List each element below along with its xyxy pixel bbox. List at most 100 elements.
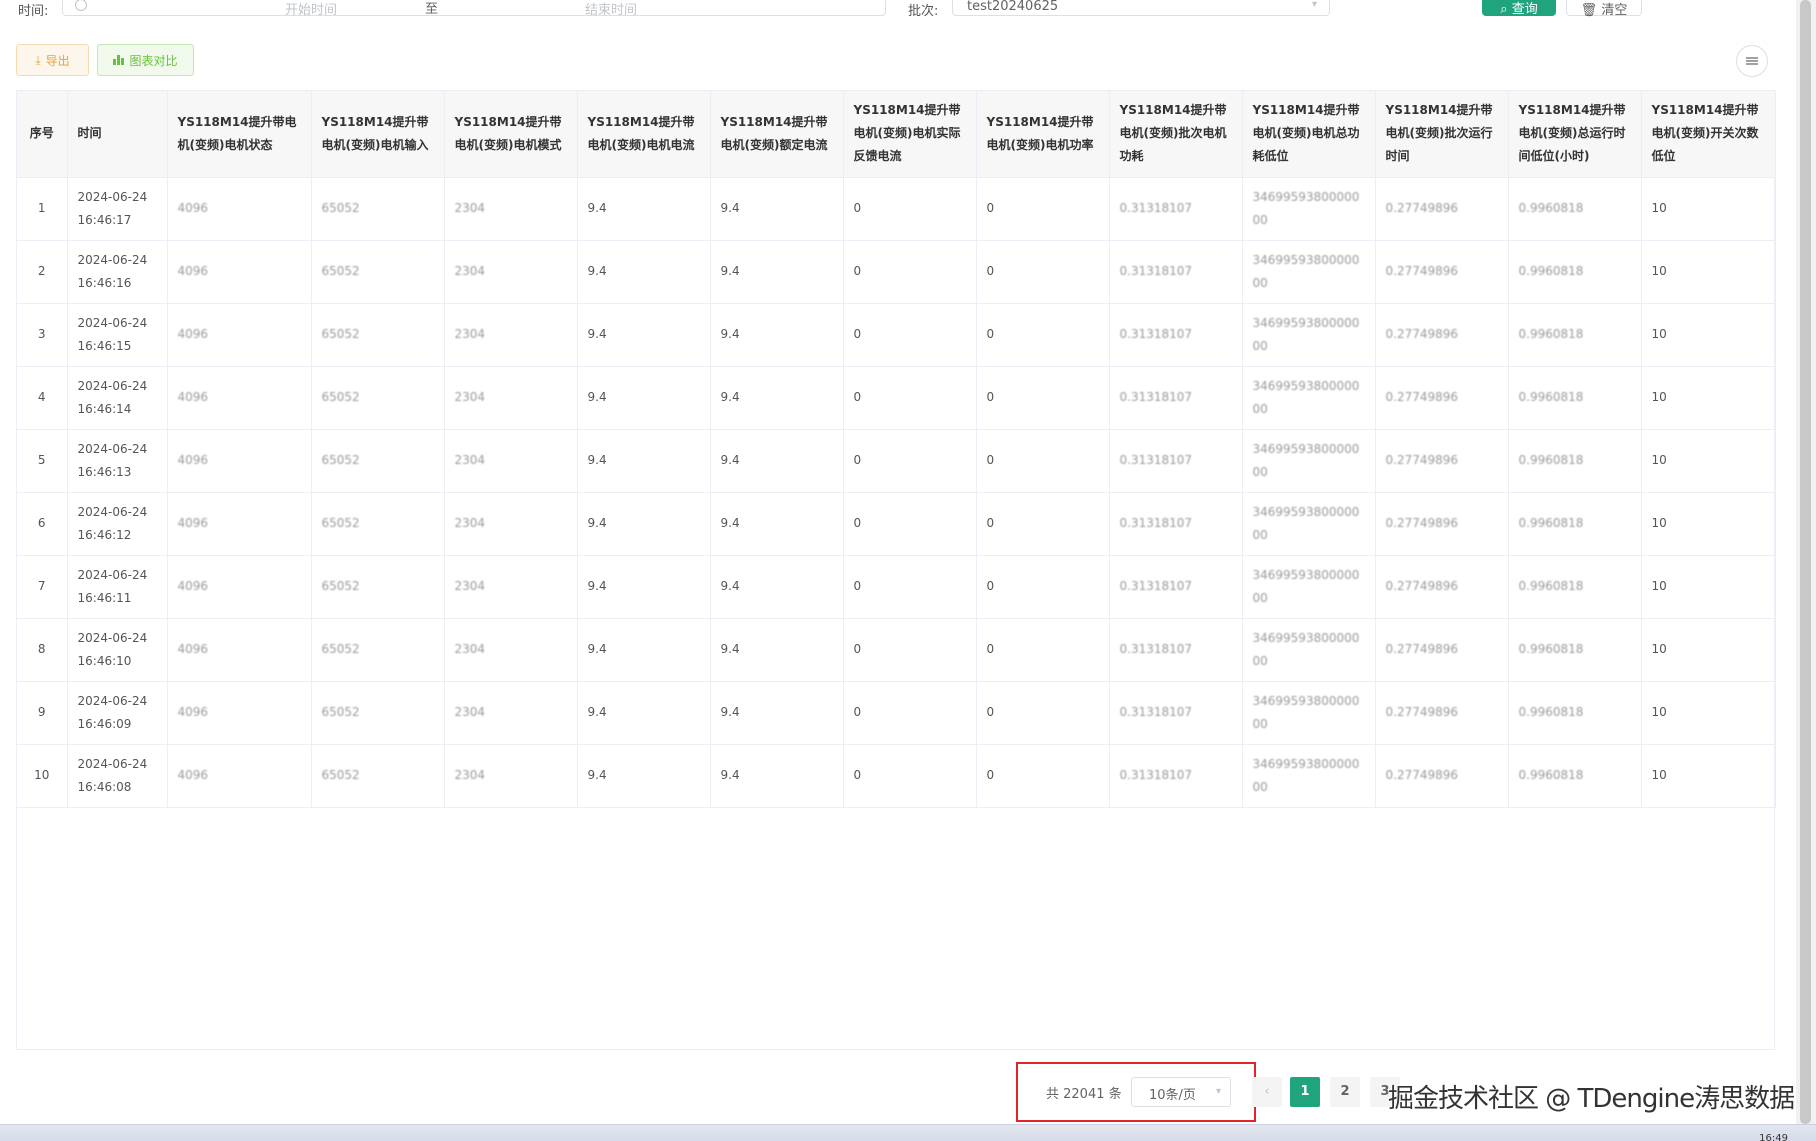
table-cell: 3469959380000000 xyxy=(1242,177,1376,241)
date-range-picker[interactable]: 开始时间 至 结束时间 xyxy=(62,0,886,18)
table-cell: 10 xyxy=(1641,429,1776,493)
table-cell: 65052 xyxy=(311,303,445,367)
table-cell: 2304 xyxy=(444,177,578,241)
time-cell: 2024-06-24 16:46:15 xyxy=(67,303,168,367)
table-header-row: 序号 时间 YS118M14提升带电机(变频)电机状态 YS118M14提升带电… xyxy=(17,91,1776,178)
table-cell: 0.27749896 xyxy=(1375,429,1509,493)
table-cell: 10 xyxy=(1641,177,1776,241)
column-header: YS118M14提升带电机(变频)电机实际反馈电流 xyxy=(843,91,977,178)
time-cell: 2024-06-24 16:46:17 xyxy=(67,177,168,241)
query-button[interactable]: ⌕ 查询 xyxy=(1482,0,1556,17)
table-cell: 0 xyxy=(843,429,977,493)
table-cell: 9.4 xyxy=(710,366,844,430)
table-cell: 0 xyxy=(843,366,977,430)
page-scrollbar-thumb[interactable] xyxy=(1800,0,1811,1124)
row-index-cell: 3 xyxy=(17,303,68,367)
table-cell: 0 xyxy=(976,492,1110,556)
table-row: 6 2024-06-24 16:46:12 4096 65052 2304 9.4 9.4 0… xyxy=(17,492,1776,556)
table-cell: 65052 xyxy=(311,681,445,745)
table-cell: 0.9960818 xyxy=(1508,492,1642,556)
table-row: 3 2024-06-24 16:46:15 4096 65052 2304 9.4 9.4 0… xyxy=(17,303,1776,367)
start-time-input[interactable]: 开始时间 xyxy=(285,0,337,18)
time-cell: 2024-06-24 16:46:08 xyxy=(67,744,168,808)
table-row: 4 2024-06-24 16:46:14 4096 65052 2304 9.4 9.4 0… xyxy=(17,366,1776,430)
table-cell: 0.31318107 xyxy=(1109,555,1243,619)
table-cell: 9.4 xyxy=(577,177,711,241)
table-row: 9 2024-06-24 16:46:09 4096 65052 2304 9.4 9.4 0… xyxy=(17,681,1776,745)
end-time-input[interactable]: 结束时间 xyxy=(585,0,637,18)
table-cell: 0 xyxy=(976,744,1110,808)
table-cell: 65052 xyxy=(311,492,445,556)
row-index-cell: 9 xyxy=(17,681,68,745)
column-settings-button[interactable] xyxy=(1736,45,1768,77)
table-cell: 10 xyxy=(1641,492,1776,556)
table-cell: 2304 xyxy=(444,240,578,304)
batch-label: 批次: xyxy=(908,4,939,19)
table-row: 1 2024-06-24 16:46:17 4096 65052 2304 9.4 9.4 0… xyxy=(17,177,1776,241)
page-button-1[interactable]: 1 xyxy=(1290,1077,1320,1107)
table-cell: 2304 xyxy=(444,618,578,682)
table-cell: 0.27749896 xyxy=(1375,744,1509,808)
row-index-cell: 4 xyxy=(17,366,68,430)
table-cell: 0.27749896 xyxy=(1375,555,1509,619)
table-cell: 0.27749896 xyxy=(1375,618,1509,682)
page-button-2[interactable]: 2 xyxy=(1330,1077,1360,1107)
table-cell: 4096 xyxy=(167,240,312,304)
export-button[interactable]: ⤓ 导出 xyxy=(16,44,89,76)
table-row: 10 2024-06-24 16:46:08 4096 65052 2304 9.4 9.4… xyxy=(17,744,1776,808)
table-cell: 0.27749896 xyxy=(1375,177,1509,241)
table-cell: 0.9960818 xyxy=(1508,177,1642,241)
table-cell: 0.31318107 xyxy=(1109,681,1243,745)
time-cell: 2024-06-24 16:46:12 xyxy=(67,492,168,556)
table-cell: 0.9960818 xyxy=(1508,618,1642,682)
table-cell: 9.4 xyxy=(577,429,711,493)
page-size-value: 10条/页 xyxy=(1149,1088,1196,1103)
prev-page-button[interactable]: ‹ xyxy=(1252,1077,1282,1107)
table-cell: 0.9960818 xyxy=(1508,555,1642,619)
search-bar: 时间: 开始时间 至 结束时间 批次: test20240625 ▾ ⌕ 查询 … xyxy=(0,0,1816,19)
table-cell: 0.27749896 xyxy=(1375,303,1509,367)
table-cell: 10 xyxy=(1641,555,1776,619)
table-cell: 4096 xyxy=(167,744,312,808)
download-icon: ⤓ xyxy=(35,52,41,67)
batch-value: test20240625 xyxy=(967,0,1059,14)
table-cell: 9.4 xyxy=(710,744,844,808)
table-cell: 0 xyxy=(843,303,977,367)
column-header: 时间 xyxy=(67,91,168,178)
table-cell: 0.27749896 xyxy=(1375,492,1509,556)
table-cell: 3469959380000000 xyxy=(1242,681,1376,745)
table-cell: 0.31318107 xyxy=(1109,429,1243,493)
table-cell: 9.4 xyxy=(577,492,711,556)
column-header: YS118M14提升带电机(变频)电机模式 xyxy=(444,91,578,178)
table-cell: 0 xyxy=(843,618,977,682)
table-cell: 0.9960818 xyxy=(1508,429,1642,493)
row-index-cell: 1 xyxy=(17,177,68,241)
table-cell: 2304 xyxy=(444,429,578,493)
batch-select[interactable]: test20240625 ▾ xyxy=(952,0,1330,16)
time-cell: 2024-06-24 16:46:11 xyxy=(67,555,168,619)
row-index-cell: 5 xyxy=(17,429,68,493)
table-cell: 0 xyxy=(843,240,977,304)
table-cell: 9.4 xyxy=(710,429,844,493)
table-cell: 3469959380000000 xyxy=(1242,429,1376,493)
table-cell: 4096 xyxy=(167,177,312,241)
table-cell: 65052 xyxy=(311,429,445,493)
clear-button[interactable]: 🗑 清空 xyxy=(1566,0,1642,18)
table-cell: 0.31318107 xyxy=(1109,240,1243,304)
table-cell: 9.4 xyxy=(577,681,711,745)
chart-compare-button-label: 图表对比 xyxy=(129,53,178,68)
clock-icon xyxy=(75,0,87,11)
table-cell: 4096 xyxy=(167,366,312,430)
chart-compare-button[interactable]: 图表对比 xyxy=(97,44,194,76)
table-cell: 0.31318107 xyxy=(1109,366,1243,430)
table-cell: 3469959380000000 xyxy=(1242,618,1376,682)
page-size-select[interactable]: 10条/页 ▾ xyxy=(1131,1077,1231,1107)
table-cell: 9.4 xyxy=(710,492,844,556)
table-cell: 4096 xyxy=(167,429,312,493)
table-cell: 9.4 xyxy=(710,177,844,241)
watermark: 掘金技术社区 @ TDengine涛思数据 xyxy=(1388,1084,1795,1114)
row-index-cell: 2 xyxy=(17,240,68,304)
table-cell: 9.4 xyxy=(577,366,711,430)
table-cell: 0.31318107 xyxy=(1109,303,1243,367)
table-cell: 3469959380000000 xyxy=(1242,366,1376,430)
